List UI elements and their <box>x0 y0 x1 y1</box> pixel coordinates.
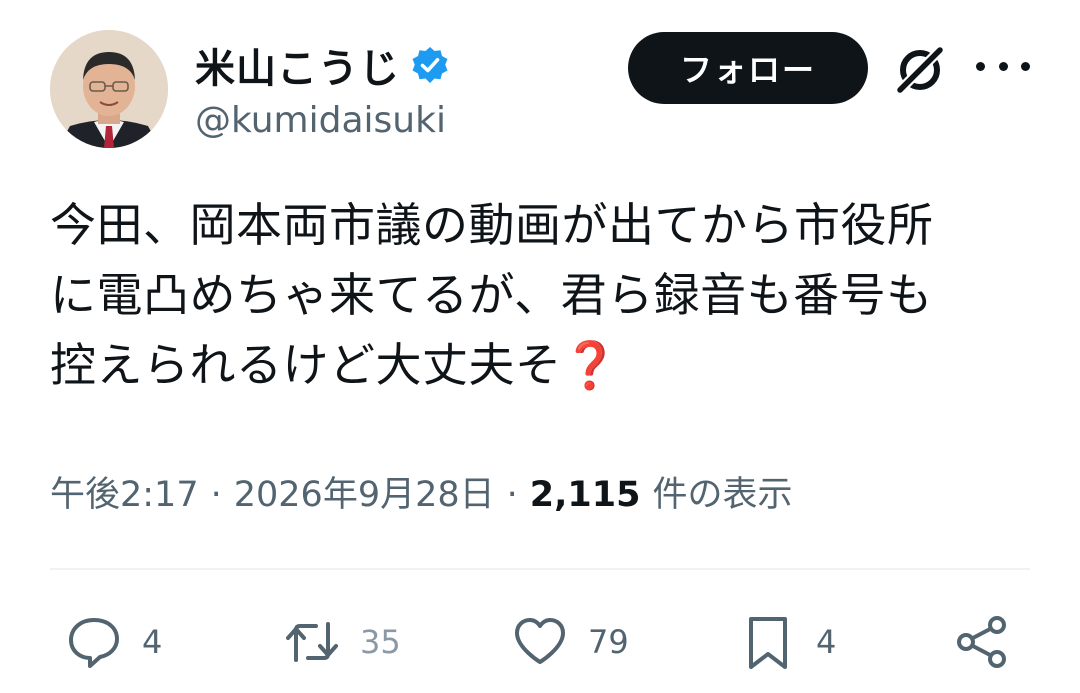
dot <box>976 61 985 71</box>
views-label[interactable]: 件の表示 <box>653 466 793 517</box>
tweet-date[interactable]: 2026年9月28日 <box>234 466 495 517</box>
like-button[interactable]: 79 <box>510 606 629 678</box>
bookmark-icon <box>749 617 787 669</box>
bookmark-button[interactable]: 4 <box>738 606 836 678</box>
display-name[interactable]: 米山こうじ <box>195 36 400 94</box>
author-name-row[interactable]: 米山こうじ <box>195 36 450 94</box>
share-button[interactable] <box>952 606 1012 678</box>
meta-separator: · <box>506 475 518 515</box>
more-options-icon[interactable] <box>976 46 1030 86</box>
heart-icon <box>515 618 565 664</box>
tweet-text: 今田、岡本両市議の動画が出てから市役所 に電凸めちゃ来てるが、君ら録音も番号も … <box>50 198 934 392</box>
author-handle[interactable]: @kumidaisuki <box>195 100 446 141</box>
dot <box>998 61 1008 71</box>
reply-count: 4 <box>142 623 163 661</box>
retweet-icon <box>286 622 338 662</box>
action-bar: 4 35 79 4 <box>50 606 1030 678</box>
divider <box>50 568 1030 570</box>
tweet-meta: 午後2:17 · 2026年9月28日 · 2,115 件の表示 <box>50 466 793 517</box>
reply-icon <box>69 618 119 668</box>
dot <box>1021 61 1030 71</box>
retweet-count: 35 <box>360 623 401 661</box>
share-icon <box>957 616 1006 668</box>
bookmark-count: 4 <box>816 623 837 661</box>
follow-button[interactable]: フォロー <box>628 32 868 104</box>
views-count[interactable]: 2,115 <box>530 475 641 515</box>
like-count: 79 <box>588 623 629 661</box>
reply-button[interactable]: 4 <box>64 606 162 678</box>
grok-icon[interactable] <box>890 40 950 100</box>
retweet-button[interactable]: 35 <box>282 606 401 678</box>
verified-badge-icon <box>410 45 450 85</box>
tweet-time[interactable]: 午後2:17 <box>50 466 199 517</box>
avatar[interactable] <box>50 30 168 148</box>
meta-separator: · <box>210 475 222 515</box>
